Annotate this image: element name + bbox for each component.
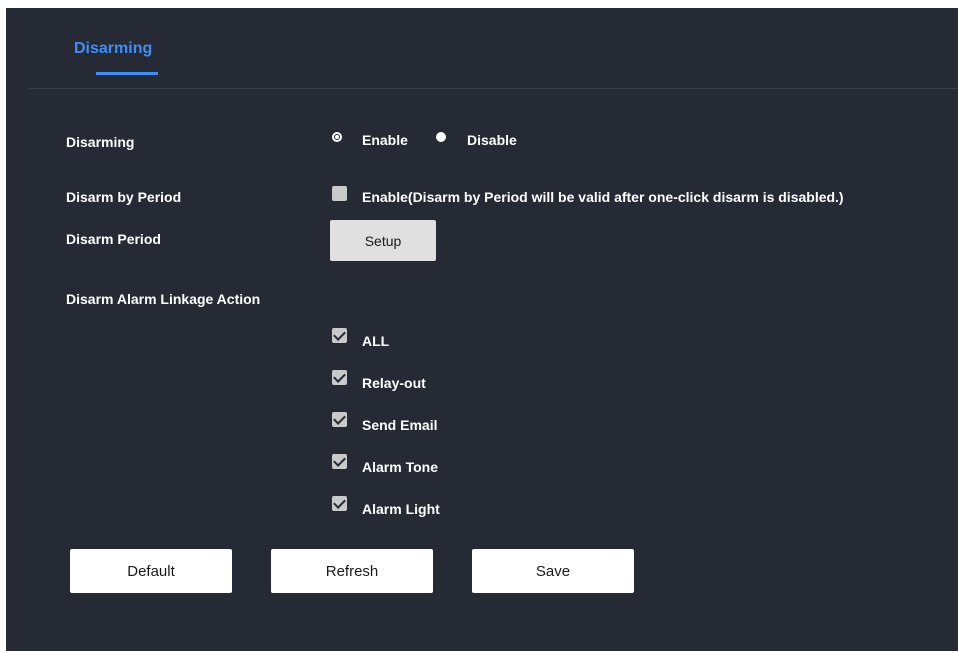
disarm-by-period-enable-label: Enable(Disarm by Period will be valid af… [362, 189, 844, 205]
save-button[interactable]: Save [472, 549, 634, 593]
disarming-label: Disarming [66, 134, 135, 150]
linkage-alarm-tone-label: Alarm Tone [362, 459, 438, 475]
linkage-send-email-label: Send Email [362, 417, 438, 433]
disarm-by-period-checkbox[interactable] [332, 186, 347, 201]
tab-disarming[interactable]: Disarming [74, 40, 152, 58]
enable-radio[interactable] [332, 132, 342, 142]
enable-radio-label: Enable [362, 132, 408, 148]
linkage-all-checkbox[interactable] [332, 328, 347, 343]
linkage-relay-out-checkbox[interactable] [332, 370, 347, 385]
disarm-by-period-label: Disarm by Period [66, 189, 182, 205]
linkage-action-label: Disarm Alarm Linkage Action [66, 291, 261, 307]
default-button[interactable]: Default [70, 549, 232, 593]
header-divider [28, 88, 958, 89]
refresh-button[interactable]: Refresh [271, 549, 433, 593]
linkage-alarm-light-checkbox[interactable] [332, 496, 347, 511]
linkage-all-label: ALL [362, 333, 390, 349]
linkage-alarm-tone-checkbox[interactable] [332, 454, 347, 469]
disarming-panel: Disarming Disarming Enable Disable Disar… [6, 8, 958, 651]
active-tab-indicator [96, 72, 158, 75]
disable-radio-label: Disable [467, 132, 517, 148]
disable-radio[interactable] [436, 132, 446, 142]
linkage-send-email-checkbox[interactable] [332, 412, 347, 427]
setup-button[interactable]: Setup [330, 220, 436, 261]
disarm-period-label: Disarm Period [66, 231, 161, 247]
linkage-alarm-light-label: Alarm Light [362, 501, 440, 517]
linkage-relay-out-label: Relay-out [362, 375, 426, 391]
